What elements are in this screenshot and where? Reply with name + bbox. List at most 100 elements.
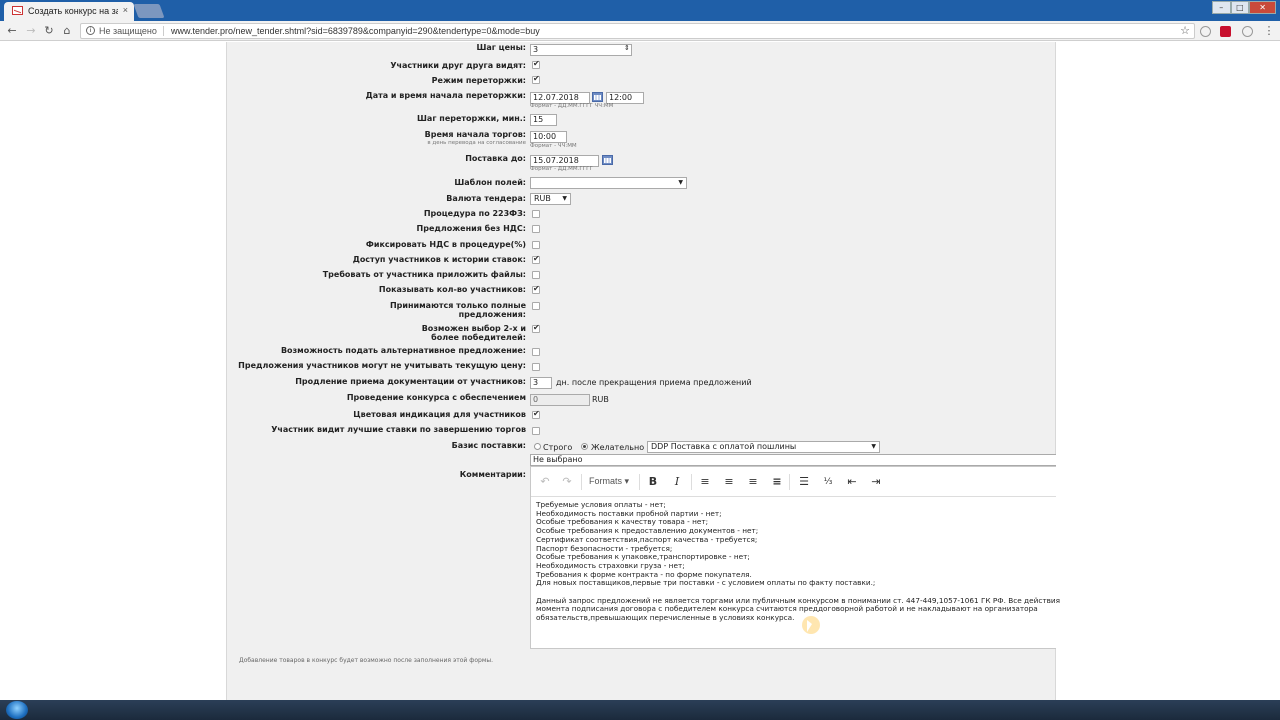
numbered-list-icon[interactable]: ⅓: [820, 475, 836, 489]
ignore-price-checkbox[interactable]: [532, 363, 540, 371]
security-amount-input[interactable]: 0: [530, 394, 590, 406]
formats-dropdown[interactable]: Formats ▾: [589, 476, 629, 487]
window-close-button[interactable]: ✕: [1249, 1, 1277, 14]
info-icon[interactable]: i: [86, 26, 95, 35]
full-only-checkbox[interactable]: [532, 302, 540, 310]
redo-icon[interactable]: ↷: [559, 475, 575, 489]
forward-arrow-icon[interactable]: →: [24, 24, 38, 38]
fields-template-label: Шаблон полей:: [454, 178, 526, 187]
currency-label: Валюта тендера:: [446, 194, 526, 203]
maximize-button[interactable]: □: [1230, 1, 1250, 14]
chevron-down-icon: ▼: [871, 443, 876, 450]
bullet-list-icon[interactable]: ☰: [796, 475, 812, 489]
url-text[interactable]: www.tender.pro/new_tender.shtml?sid=6839…: [171, 24, 540, 38]
best-bids-checkbox[interactable]: [532, 427, 540, 435]
address-divider: [163, 26, 164, 36]
browser-tab-bar: Создать конкурс на заку × – □ ✕: [0, 0, 1280, 21]
delivery-basis-select[interactable]: DDP Поставка с оплатой пошлины ▼: [647, 441, 880, 453]
align-center-icon[interactable]: ≡: [721, 475, 737, 489]
undo-icon[interactable]: ↶: [537, 475, 553, 489]
rebid-start-label: Дата и время начала переторжки:: [365, 91, 526, 100]
calendar-icon[interactable]: [602, 155, 613, 165]
basis-preferred-radio[interactable]: [581, 443, 588, 450]
basis-strict-label: Строго: [543, 443, 573, 452]
procedure-223-label: Процедура по 223ФЗ:: [423, 209, 526, 218]
rebid-mode-checkbox[interactable]: [532, 74, 540, 84]
rebid-format-hint: Формат - ДД.ММ.ГГГГ ЧЧ:ММ: [530, 103, 614, 109]
extension-2-icon[interactable]: [1242, 26, 1253, 37]
ignore-price-label: Предложения участников могут не учитыват…: [238, 361, 526, 370]
extension-suffix: дн. после прекращения приема предложений: [556, 378, 752, 387]
back-arrow-icon[interactable]: ←: [5, 24, 19, 38]
price-step-input[interactable]: 3: [530, 44, 632, 56]
color-indication-label: Цветовая индикация для участников: [353, 410, 526, 419]
security-currency: RUB: [592, 395, 609, 404]
best-bids-label: Участник видит лучшие ставки по завершен…: [271, 425, 526, 434]
no-vat-checkbox[interactable]: [532, 225, 540, 233]
color-indication-checkbox[interactable]: [532, 409, 540, 419]
currency-select[interactable]: RUB ▼: [530, 193, 571, 205]
align-justify-icon[interactable]: ≡: [769, 475, 785, 489]
rebid-mode-label: Режим переторжки:: [431, 76, 526, 85]
currency-value: RUB: [534, 194, 551, 203]
outdent-icon[interactable]: ⇤: [844, 475, 860, 489]
mouse-cursor-icon: [802, 616, 820, 634]
spinner-icon[interactable]: ⇕: [624, 44, 630, 52]
extension-label: Продление приема документации от участни…: [295, 377, 526, 386]
multi-winners-checkbox[interactable]: [532, 323, 540, 333]
rebid-step-label: Шаг переторжки, мин.:: [417, 114, 526, 123]
extension-days-input[interactable]: 3: [530, 377, 552, 389]
align-left-icon[interactable]: ≡: [697, 475, 713, 489]
calendar-icon[interactable]: [592, 92, 603, 102]
windows-taskbar: [0, 700, 1280, 720]
alternative-checkbox[interactable]: [532, 348, 540, 356]
require-files-checkbox[interactable]: [532, 271, 540, 279]
align-right-icon[interactable]: ≡: [745, 475, 761, 489]
italic-button[interactable]: I: [669, 475, 685, 489]
trade-start-sublabel: в день перевода на согласование: [427, 140, 526, 146]
toolbar-divider: [789, 474, 790, 490]
lastpass-icon[interactable]: [1220, 26, 1231, 37]
full-only-label: Принимаются только полные предложения:: [389, 301, 526, 319]
comments-editor[interactable]: ↶ ↷ Formats ▾ B I ≡ ≡ ≡ ≡ ☰ ⅓ ⇤ ⇥ Требуе…: [530, 466, 1060, 649]
address-bar[interactable]: i Не защищено www.tender.pro/new_tender.…: [80, 23, 1195, 39]
indent-icon[interactable]: ⇥: [868, 475, 884, 489]
trade-start-hint: Формат - ЧЧ:ММ: [530, 143, 577, 149]
security-label: Проведение конкурса с обеспечением: [346, 393, 526, 402]
new-tab-button[interactable]: [133, 4, 165, 18]
bid-history-checkbox[interactable]: [532, 254, 540, 264]
alternative-label: Возможность подать альтернативное предло…: [280, 346, 526, 355]
bold-button[interactable]: B: [645, 475, 661, 489]
home-icon[interactable]: ⌂: [60, 24, 74, 38]
trade-start-input[interactable]: 10:00: [530, 131, 567, 143]
footer-notice: Добавление товаров в конкурс будет возмо…: [239, 657, 493, 664]
windows-start-icon[interactable]: [6, 701, 28, 719]
bid-history-label: Доступ участников к истории ставок:: [352, 255, 526, 264]
bookmark-star-icon[interactable]: ☆: [1180, 24, 1190, 38]
browser-tab[interactable]: Создать конкурс на заку ×: [4, 2, 134, 21]
fix-vat-checkbox[interactable]: [532, 241, 540, 249]
minimize-button[interactable]: –: [1212, 1, 1231, 14]
delivery-basis-label: Базис поставки:: [451, 441, 526, 450]
procedure-223-checkbox[interactable]: [532, 210, 540, 218]
window-controls: – □ ✕: [1212, 1, 1277, 14]
reload-icon[interactable]: ↻: [42, 24, 56, 38]
no-vat-label: Предложения без НДС:: [416, 224, 526, 233]
show-count-checkbox[interactable]: [532, 284, 540, 294]
show-count-label: Показывать кол-во участников:: [378, 285, 526, 294]
tab-close-button[interactable]: ×: [123, 5, 128, 15]
chevron-down-icon: ▼: [562, 195, 567, 202]
require-files-label: Требовать от участника приложить файлы:: [322, 270, 526, 279]
menu-icon[interactable]: ⋮: [1262, 24, 1276, 38]
formats-label: Formats: [589, 476, 623, 486]
delivery-basis-value: DDP Поставка с оплатой пошлины: [651, 442, 797, 451]
participants-see-checkbox[interactable]: [532, 59, 540, 69]
fields-template-select[interactable]: ▼: [530, 177, 687, 189]
rebid-step-input[interactable]: 15: [530, 114, 557, 126]
toolbar-divider: [691, 474, 692, 490]
basis-strict-radio[interactable]: [534, 443, 541, 450]
extension-icon[interactable]: [1200, 26, 1211, 37]
delivery-basis-field[interactable]: Не выбрано: [530, 454, 1056, 466]
delivery-until-label: Поставка до:: [465, 154, 526, 163]
editor-content[interactable]: Требуемые условия оплаты - нет; Необходи…: [536, 500, 1060, 623]
